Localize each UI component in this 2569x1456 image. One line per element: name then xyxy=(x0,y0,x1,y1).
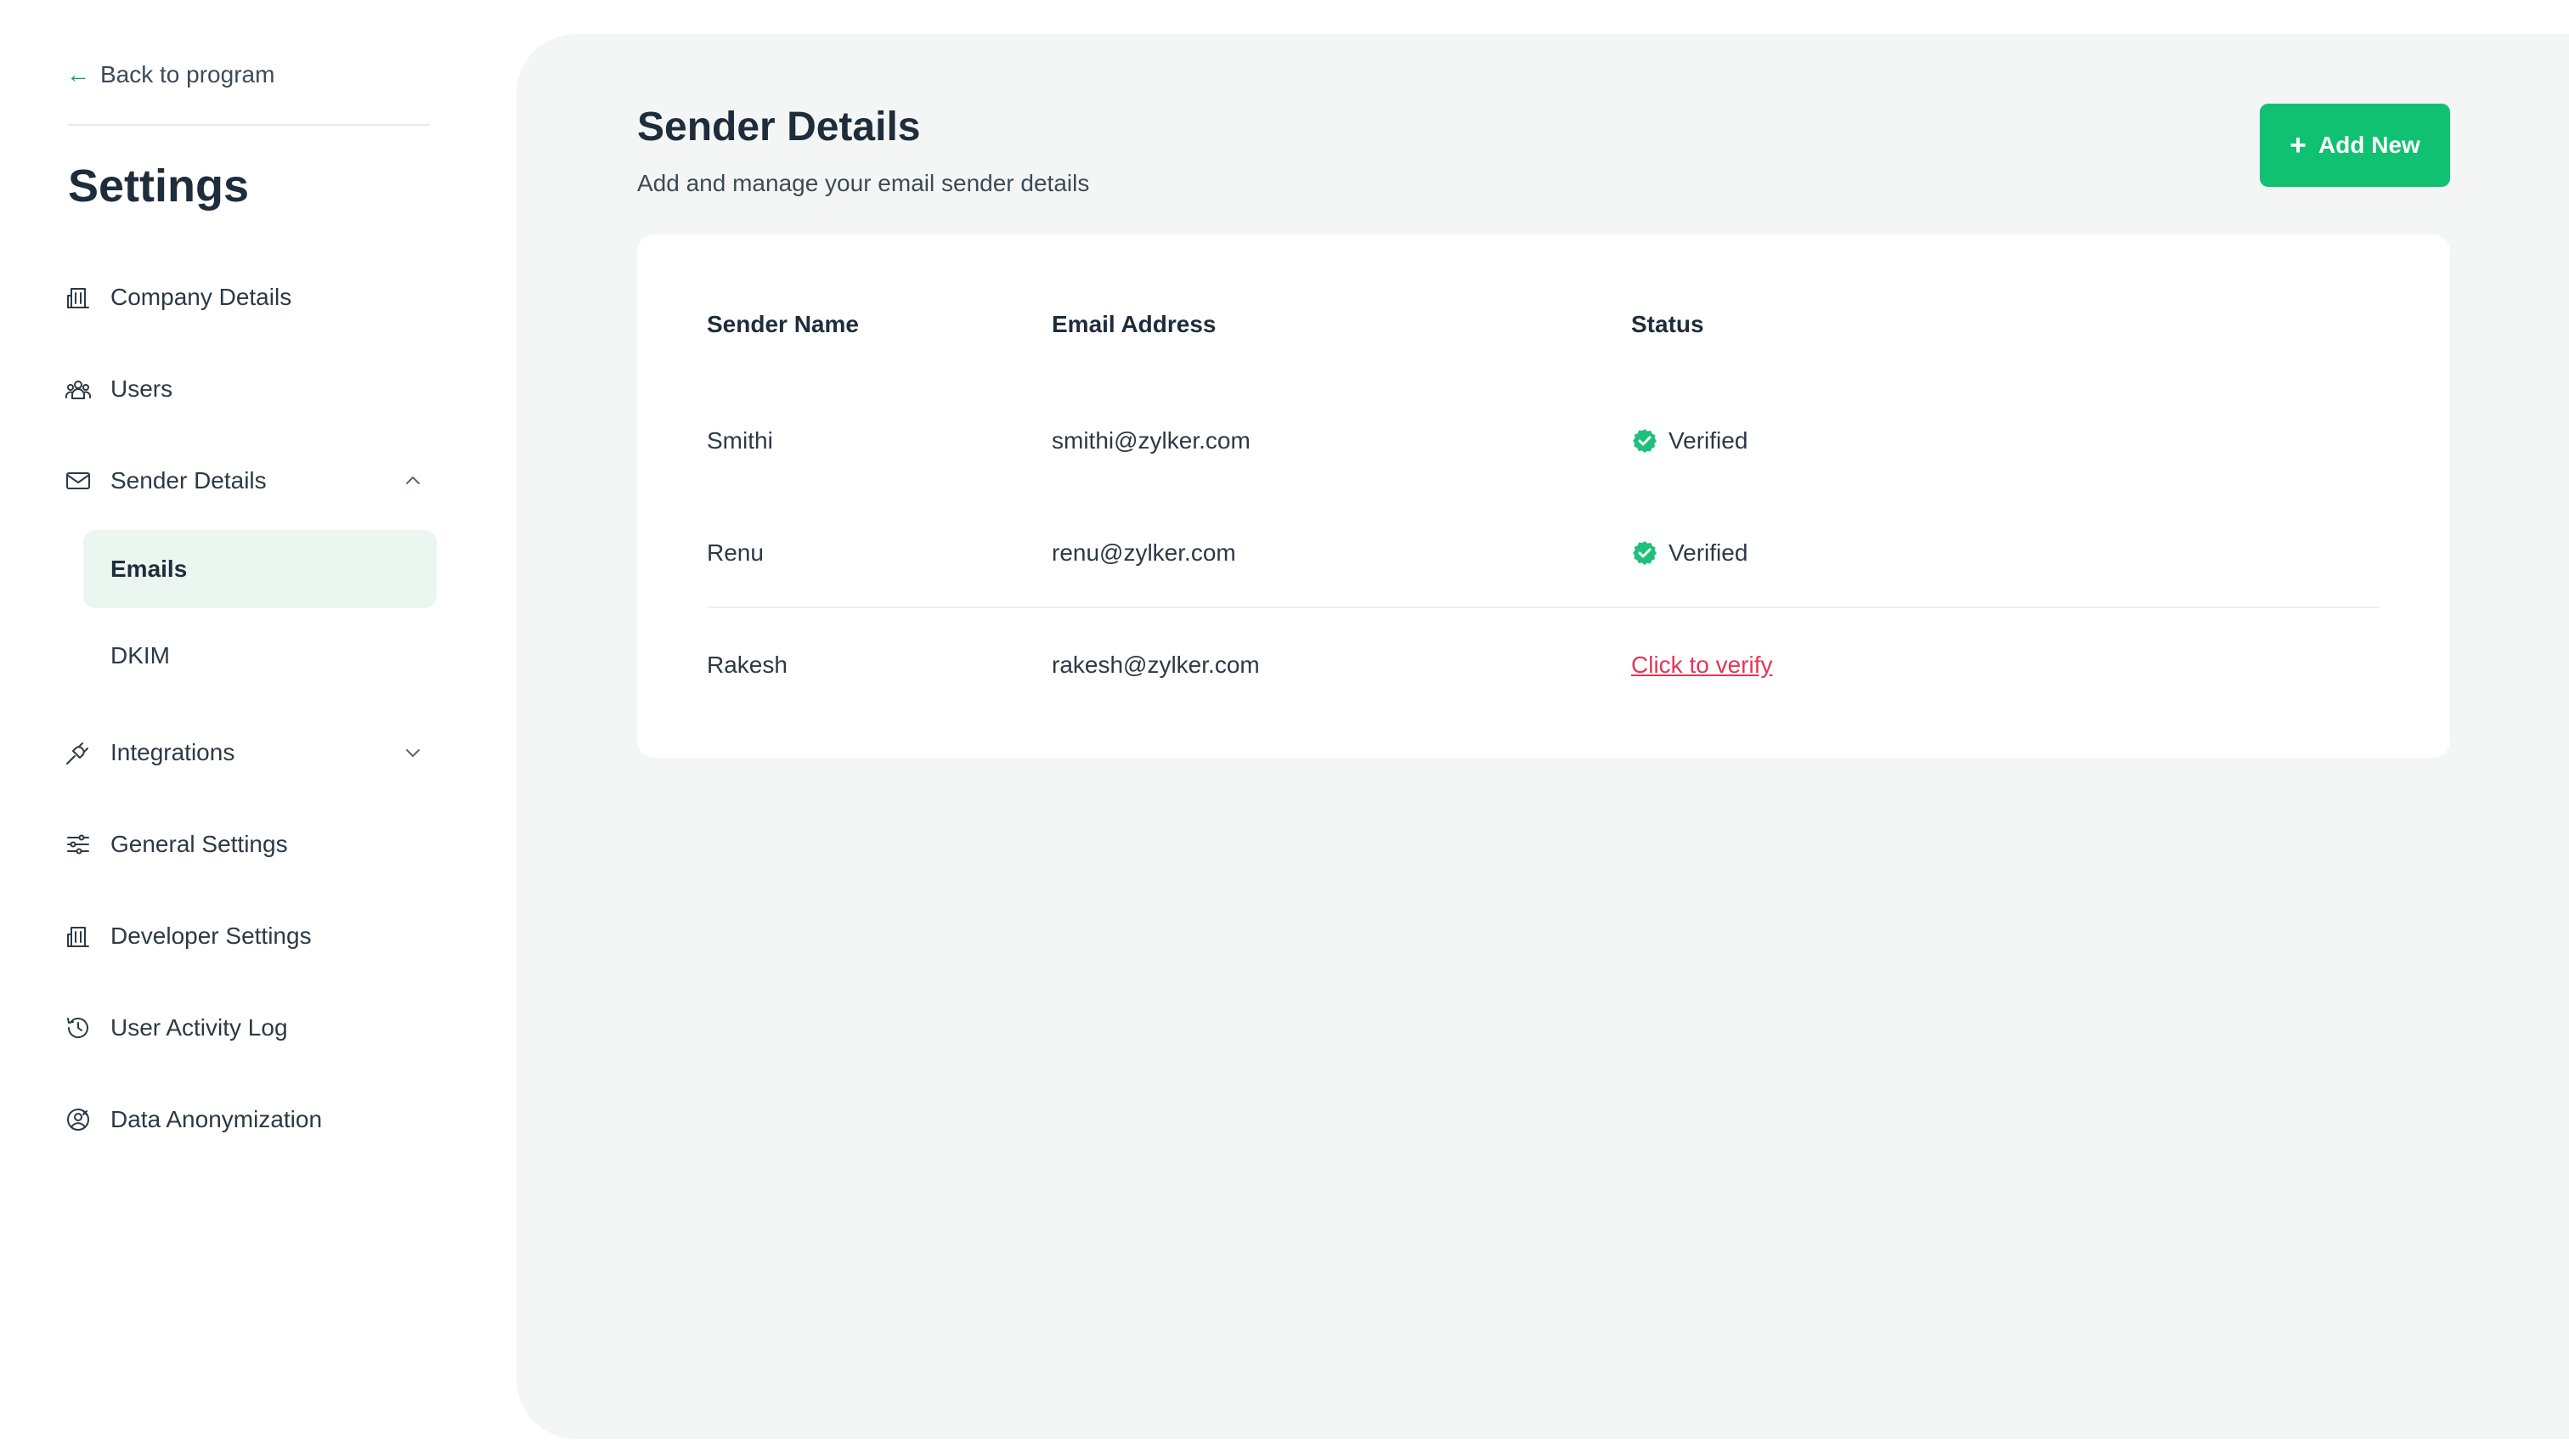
page-subtitle: Add and manage your email sender details xyxy=(637,170,1090,196)
sidebar-item-label: General Settings xyxy=(110,831,288,857)
status-text: Verified xyxy=(1668,427,1748,454)
table-row: Rakesh rakesh@zylker.com Click to verify xyxy=(707,618,2380,712)
back-link-label: Back to program xyxy=(100,61,275,87)
building-icon xyxy=(63,921,93,951)
table-row: Renu renu@zylker.com Verified xyxy=(707,506,2380,600)
status-cell: Click to verify xyxy=(1631,618,1772,712)
add-new-button[interactable]: + Add New xyxy=(2260,104,2450,187)
row-divider xyxy=(707,607,2380,608)
sidebar-divider xyxy=(68,124,430,126)
arrow-left-icon: ← xyxy=(66,61,90,87)
chevron-down-icon[interactable] xyxy=(401,741,425,765)
sender-name-cell: Smithi xyxy=(707,427,773,454)
back-to-program-link[interactable]: ← Back to program xyxy=(66,61,274,88)
sidebar-subitem-label: Emails xyxy=(110,556,188,582)
envelope-icon xyxy=(63,466,93,496)
sidebar-item-label: Company Details xyxy=(110,284,292,310)
page-title: Sender Details xyxy=(637,104,921,150)
sidebar-item-sender-details[interactable]: Sender Details xyxy=(63,454,437,508)
anonymous-user-icon xyxy=(63,1104,93,1135)
sender-name-cell: Renu xyxy=(707,539,764,566)
users-icon xyxy=(63,374,93,404)
sliders-icon xyxy=(63,829,93,860)
status-text: Verified xyxy=(1668,539,1748,566)
sidebar-item-label: Developer Settings xyxy=(110,923,312,949)
status-cell: Verified xyxy=(1631,506,1747,600)
sidebar-item-label: Integrations xyxy=(110,739,235,765)
verified-badge-icon xyxy=(1631,539,1658,567)
sidebar-item-developer-settings[interactable]: Developer Settings xyxy=(63,909,437,963)
table-row: Smithi smithi@zylker.com Verified xyxy=(707,394,2380,488)
column-header-sender-name: Sender Name xyxy=(707,311,859,337)
sidebar-item-general-settings[interactable]: General Settings xyxy=(63,817,437,872)
sidebar: ← Back to program Settings Company Detai… xyxy=(0,0,510,1456)
chevron-up-icon[interactable] xyxy=(401,469,425,493)
sidebar-title: Settings xyxy=(68,161,250,212)
building-icon xyxy=(63,282,93,313)
sidebar-item-label: User Activity Log xyxy=(110,1014,288,1041)
email-address-cell: smithi@zylker.com xyxy=(1052,427,1251,454)
sidebar-item-user-activity-log[interactable]: User Activity Log xyxy=(63,1001,437,1055)
email-address-cell: rakesh@zylker.com xyxy=(1052,652,1260,678)
sidebar-subitem-dkim[interactable]: DKIM xyxy=(83,617,437,695)
email-address-cell: renu@zylker.com xyxy=(1052,539,1236,566)
sidebar-item-data-anonymization[interactable]: Data Anonymization xyxy=(63,1092,437,1147)
plus-icon: + xyxy=(2290,129,2307,161)
sidebar-item-label: Users xyxy=(110,375,173,402)
sidebar-item-integrations[interactable]: Integrations xyxy=(63,725,437,780)
sidebar-subitem-emails[interactable]: Emails xyxy=(83,530,437,608)
verified-badge-icon xyxy=(1631,427,1658,454)
sidebar-item-label: Data Anonymization xyxy=(110,1106,323,1132)
sidebar-subitem-label: DKIM xyxy=(110,642,170,669)
plug-icon xyxy=(63,737,93,768)
sender-table-card: Sender Name Email Address Status Smithi … xyxy=(637,234,2450,758)
click-to-verify-link[interactable]: Click to verify xyxy=(1631,652,1772,679)
history-icon xyxy=(63,1013,93,1043)
sender-name-cell: Rakesh xyxy=(707,652,788,678)
column-header-status: Status xyxy=(1631,311,1704,337)
sidebar-item-label: Sender Details xyxy=(110,467,267,494)
sidebar-item-company-details[interactable]: Company Details xyxy=(63,270,437,324)
status-cell: Verified xyxy=(1631,394,1747,488)
app-root: ← Back to program Settings Company Detai… xyxy=(0,0,2569,1456)
sidebar-item-users[interactable]: Users xyxy=(63,362,437,416)
column-header-email-address: Email Address xyxy=(1052,311,1217,337)
main-content: Sender Details Add and manage your email… xyxy=(517,34,2569,1439)
add-new-label: Add New xyxy=(2318,132,2420,158)
